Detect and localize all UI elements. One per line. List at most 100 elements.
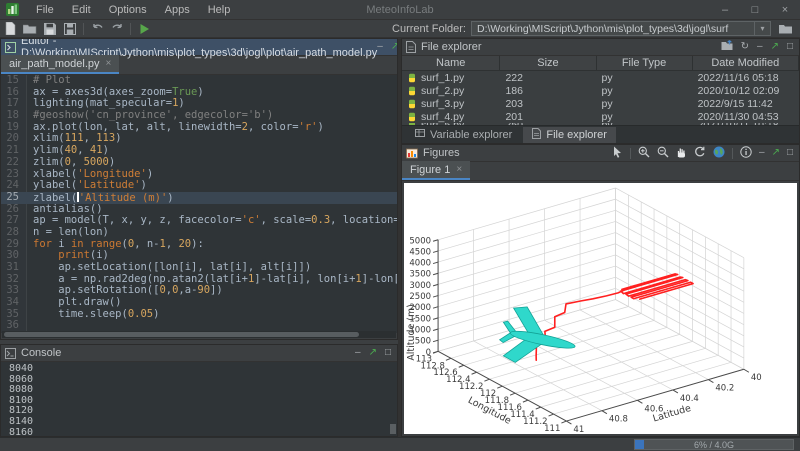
undo-button[interactable] [87,21,107,37]
console-titlebar: Console – ↗ □ [1,345,397,362]
cell-date-modified: 2022/9/15 11:42 [693,98,799,110]
python-file-icon [407,99,417,109]
tab-close-icon[interactable]: × [456,164,462,175]
chevron-down-icon[interactable]: ▾ [754,22,770,35]
code-area[interactable]: 15# Plot16ax = axes3d(axes_zoom=True)17l… [1,75,397,333]
column-header-file-type[interactable]: File Type [597,56,693,70]
console-line: 8040 [9,364,397,375]
zoom-out-tool-button[interactable] [657,146,669,161]
figures-float-icon[interactable]: ↗ [772,148,780,158]
tab-close-icon[interactable]: × [106,58,112,69]
cursor-arrow-icon [612,146,623,158]
menu-file[interactable]: File [27,0,63,20]
file-explorer-minimize-icon[interactable]: – [757,42,763,52]
zoom-in-tool-button[interactable] [638,146,650,161]
tab-variable-explorer[interactable]: Variable explorer [406,127,521,143]
meteoinfolab-window: FileEditOptionsAppsHelp MeteoInfoLab – □… [0,0,800,451]
editor-tab-air-path-model[interactable]: air_path_model.py × [1,55,119,74]
column-header-size[interactable]: Size [500,56,596,70]
save-as-icon [64,23,76,35]
python-file-icon [407,73,417,83]
table-row[interactable]: surf_4.py201py2020/11/30 04:53 [402,110,799,123]
svg-text:40.2: 40.2 [715,384,734,394]
menu-options[interactable]: Options [100,0,156,20]
console-maximize-icon[interactable]: □ [385,348,391,358]
memory-indicator[interactable]: 6% / 4.0G [634,439,794,450]
file-explorer-icon [406,41,416,53]
folder-icon [779,23,793,34]
code-line-24[interactable]: 24ylabel('Latitude') [1,180,397,192]
cell-size: 201 [500,111,596,123]
table-row[interactable]: surf_2.py186py2020/10/12 02:09 [402,84,799,97]
zoom-in-icon [638,146,650,158]
refresh-icon[interactable]: ↻ [741,42,749,52]
figures-maximize-icon[interactable]: □ [787,148,793,158]
parent-folder-button[interactable] [721,40,733,54]
new-file-button[interactable] [0,21,20,37]
python-file-icon [407,112,417,122]
figures-tabbar: Figure 1 × [402,162,799,181]
svg-text:41: 41 [573,425,584,434]
save-as-button[interactable] [60,21,80,37]
cell-name: surf_2.py [402,85,500,97]
table-row[interactable]: surf_1.py222py2022/11/16 05:18 [402,71,799,84]
open-folder-button[interactable] [20,21,40,37]
column-header-date-modified[interactable]: Date Modified [693,56,799,70]
column-header-name[interactable]: Name [402,56,500,70]
browse-folder-button[interactable] [776,21,796,37]
cell-name: surf_3.py [402,98,500,110]
scrollbar-thumb[interactable] [4,332,359,337]
svg-text:5000: 5000 [409,236,431,246]
table-row[interactable]: surf_3.py203py2022/9/15 11:42 [402,97,799,110]
window-maximize-button[interactable]: □ [740,0,770,20]
svg-text:Altitude (m): Altitude (m) [406,304,417,361]
rotate-icon [694,146,706,158]
main-toolbar: Current Folder: D:\Working\MIScript\Jyth… [0,20,800,38]
console-minimize-icon[interactable]: – [355,348,361,358]
editor-titlebar: Editor - D:\Working\MIScript\Jython\mis\… [1,39,397,56]
file-explorer-title: File explorer [421,41,482,53]
window-close-button[interactable]: × [770,0,800,20]
line-number: 18 [1,110,27,122]
line-number: 22 [1,157,27,169]
cell-date-modified: 2020/10/12 02:09 [693,85,799,97]
line-number: 28 [1,227,27,239]
3d-flight-path-chart: 0500100015002000250030003500400045005000… [404,183,797,434]
cell-name: surf_1.py [402,72,500,84]
editor-horizontal-scrollbar[interactable] [2,331,396,338]
figure-1-tab[interactable]: Figure 1 × [402,161,470,180]
current-folder-value: D:\Working\MIScript\Jython\mis\plot_type… [472,23,754,35]
editor-minimize-icon[interactable]: – [377,42,383,52]
redo-button[interactable] [107,21,127,37]
menu-apps[interactable]: Apps [156,0,199,20]
file-explorer-float-icon[interactable]: ↗ [771,42,779,52]
line-number: 15 [1,75,27,87]
run-script-button[interactable] [134,21,154,37]
console-output[interactable]: 8040806080808100812081408160 [1,362,397,436]
figures-panel: Figures [401,144,800,437]
cell-file-type: py [597,98,693,110]
save-button[interactable] [40,21,60,37]
file-explorer-maximize-icon[interactable]: □ [787,42,793,52]
console-float-icon[interactable]: ↗ [369,348,377,358]
save-icon [44,23,56,35]
console-scrollbar-thumb[interactable] [390,424,396,434]
globe-tool-button[interactable] [713,146,725,161]
toolbar-separator [130,23,131,35]
window-minimize-button[interactable]: – [710,0,740,20]
tab-file-explorer[interactable]: File explorer [523,127,616,143]
figures-minimize-icon[interactable]: – [759,148,765,158]
code-line-35[interactable]: 35 time.sleep(0.05) [1,309,397,321]
info-tool-button[interactable] [740,146,752,161]
current-folder-combobox[interactable]: D:\Working\MIScript\Jython\mis\plot_type… [471,21,771,36]
pointer-tool-button[interactable] [612,146,623,161]
line-number: 25 [1,192,27,204]
cell-file-type: py [597,111,693,123]
menu-help[interactable]: Help [199,0,240,20]
editor-float-icon[interactable]: ↗ [391,42,398,52]
svg-text:3000: 3000 [409,281,431,291]
figure-canvas[interactable]: 0500100015002000250030003500400045005000… [404,183,797,434]
menu-edit[interactable]: Edit [63,0,100,20]
rotate-tool-button[interactable] [694,146,706,161]
pan-tool-button[interactable] [676,146,687,161]
